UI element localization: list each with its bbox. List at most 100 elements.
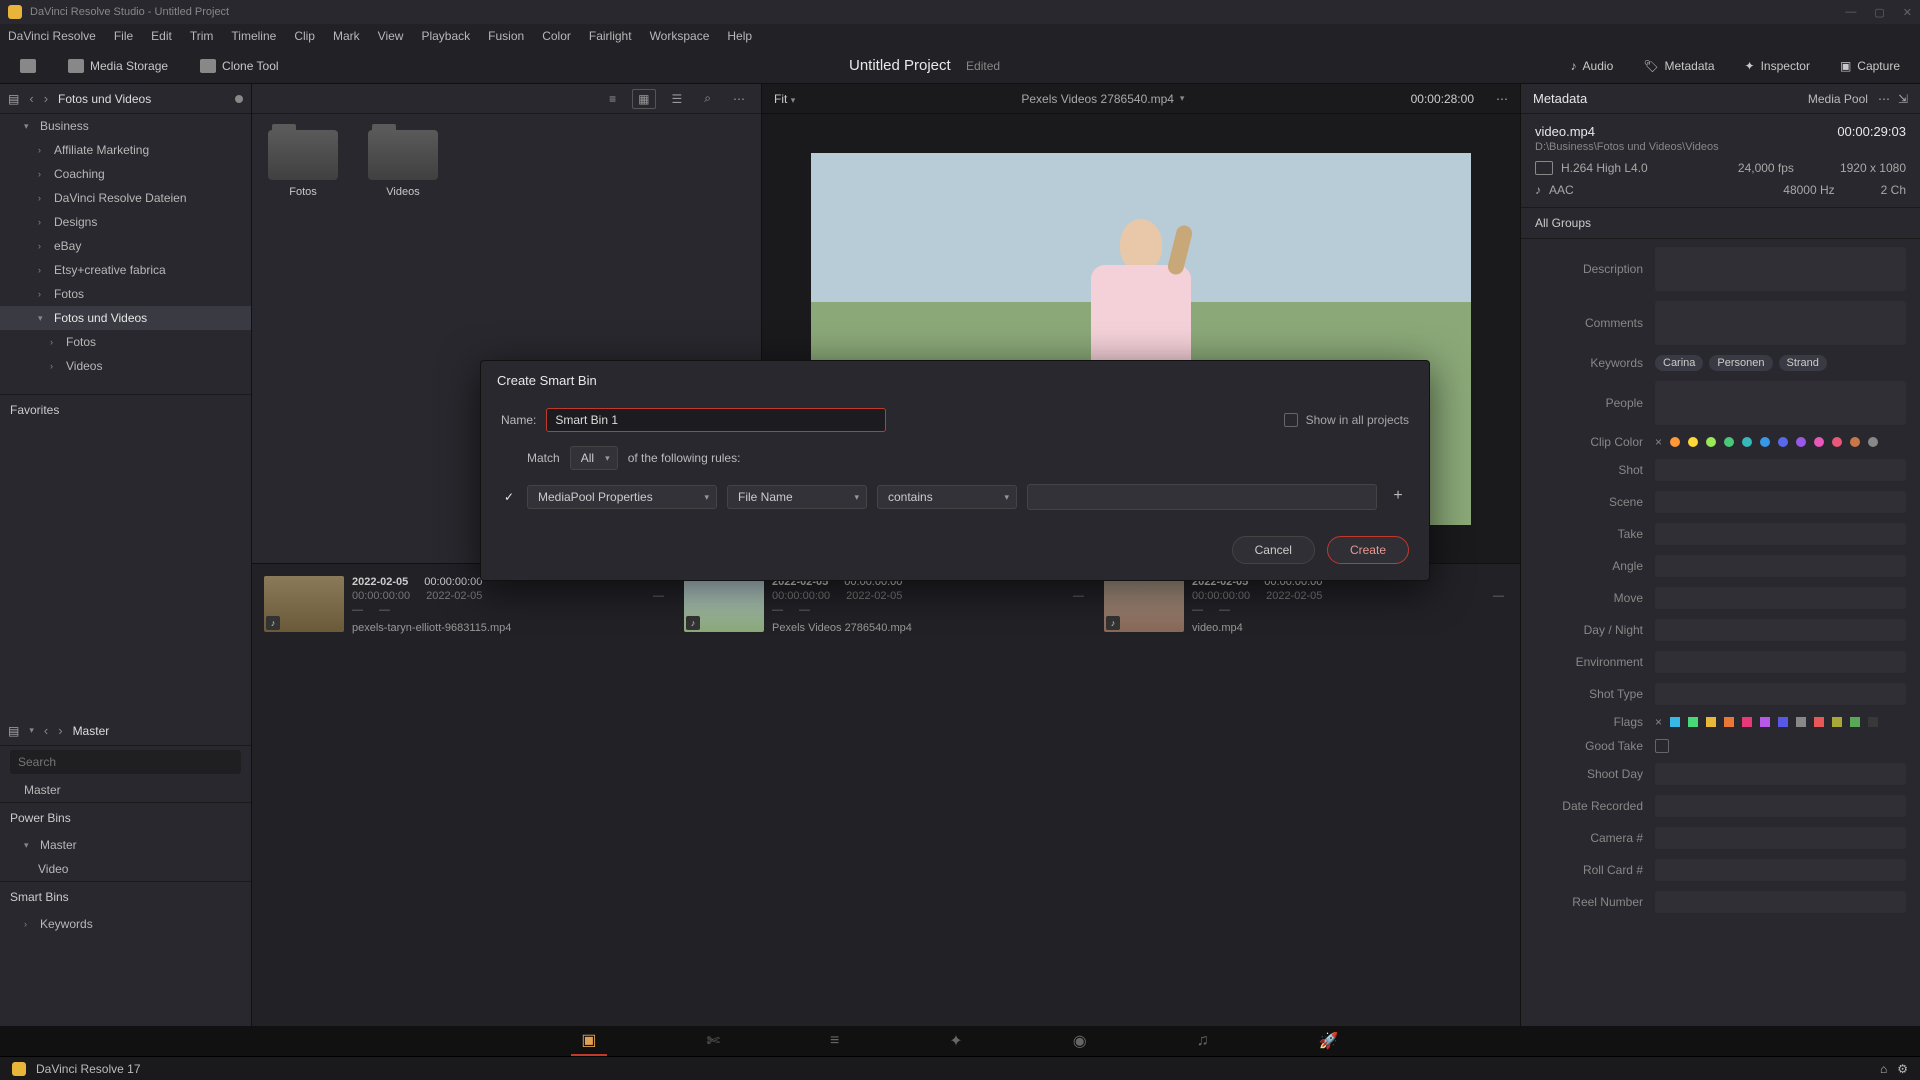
capture-button[interactable]: ▣ Capture bbox=[1832, 55, 1908, 77]
fusion-page-tab[interactable]: ✦ bbox=[939, 1027, 972, 1055]
color-swatch[interactable] bbox=[1706, 437, 1716, 447]
tree-item[interactable]: ›Designs bbox=[0, 210, 251, 234]
maximize-button[interactable]: ▢ bbox=[1874, 6, 1884, 19]
color-swatch[interactable] bbox=[1688, 437, 1698, 447]
field-input[interactable] bbox=[1655, 301, 1906, 345]
flag-swatch[interactable] bbox=[1814, 717, 1824, 727]
search-input[interactable] bbox=[10, 750, 241, 774]
flag-swatch[interactable] bbox=[1742, 717, 1752, 727]
smart-bin-name-input[interactable] bbox=[546, 408, 886, 432]
rule-enabled-check[interactable]: ✓ bbox=[501, 490, 517, 504]
rule-value-input[interactable] bbox=[1027, 484, 1377, 510]
media-page-tab[interactable]: ▣ bbox=[571, 1026, 606, 1056]
nav-forward-2[interactable]: › bbox=[58, 723, 62, 738]
menu-edit[interactable]: Edit bbox=[151, 29, 172, 43]
color-swatch[interactable] bbox=[1832, 437, 1842, 447]
flag-swatch[interactable] bbox=[1868, 717, 1878, 727]
clip-card[interactable]: ♪2022-02-0500:00:00:00 00:00:00:002022-0… bbox=[684, 576, 1084, 634]
field-input[interactable] bbox=[1655, 491, 1906, 513]
field-input[interactable] bbox=[1655, 381, 1906, 425]
tree-item[interactable]: ›Fotos bbox=[0, 330, 251, 354]
panel-toggle[interactable] bbox=[12, 55, 44, 77]
home-icon[interactable]: ⌂ bbox=[1880, 1062, 1887, 1076]
menu-davinci-resolve[interactable]: DaVinci Resolve bbox=[8, 29, 96, 43]
field-input[interactable] bbox=[1655, 763, 1906, 785]
color-swatch[interactable] bbox=[1670, 437, 1680, 447]
view-filmstrip[interactable]: ≡ bbox=[603, 89, 622, 109]
menu-fusion[interactable]: Fusion bbox=[488, 29, 524, 43]
rule-property-select[interactable]: MediaPool Properties bbox=[527, 485, 717, 509]
layout-icon[interactable]: ▤ bbox=[8, 92, 19, 106]
power-bin-video[interactable]: Video bbox=[0, 857, 251, 881]
search-icon[interactable]: ⌕ bbox=[698, 88, 717, 109]
cut-page-tab[interactable]: ✄ bbox=[697, 1027, 730, 1055]
field-input[interactable] bbox=[1655, 247, 1906, 291]
folder-item[interactable]: Fotos bbox=[268, 130, 338, 198]
color-swatch[interactable] bbox=[1760, 437, 1770, 447]
groups-header[interactable]: All Groups bbox=[1521, 207, 1920, 239]
rule-operator-select[interactable]: contains bbox=[877, 485, 1017, 509]
color-swatch[interactable] bbox=[1742, 437, 1752, 447]
flag-swatch[interactable] bbox=[1706, 717, 1716, 727]
good-take-checkbox[interactable] bbox=[1655, 739, 1669, 753]
audio-button[interactable]: ♪ Audio bbox=[1563, 55, 1622, 77]
color-swatch[interactable] bbox=[1796, 437, 1806, 447]
tree-item[interactable]: ▾Business bbox=[0, 114, 251, 138]
layout-icon-2[interactable]: ▤ bbox=[8, 724, 19, 738]
keyword-tag[interactable]: Strand bbox=[1779, 355, 1827, 371]
fit-dropdown[interactable]: Fit ▾ bbox=[774, 92, 795, 106]
view-list[interactable]: ☰ bbox=[666, 89, 689, 109]
chevron-down-icon[interactable]: ▾ bbox=[1180, 93, 1185, 104]
cancel-button[interactable]: Cancel bbox=[1232, 536, 1315, 564]
deliver-page-tab[interactable]: 🚀 bbox=[1309, 1027, 1349, 1055]
edit-page-tab[interactable]: ≡ bbox=[820, 1028, 849, 1054]
show-all-checkbox[interactable] bbox=[1284, 413, 1298, 427]
menu-workspace[interactable]: Workspace bbox=[650, 29, 710, 43]
tree-item[interactable]: ›Videos bbox=[0, 354, 251, 378]
field-input[interactable] bbox=[1655, 891, 1906, 913]
menu-mark[interactable]: Mark bbox=[333, 29, 360, 43]
chevron-down-icon[interactable]: ▾ bbox=[29, 725, 34, 736]
field-input[interactable] bbox=[1655, 619, 1906, 641]
tree-item[interactable]: ›Fotos bbox=[0, 282, 251, 306]
metadata-button[interactable]: 🏷 Metadata bbox=[1635, 55, 1722, 77]
clip-card[interactable]: ♪2022-02-0500:00:00:00 00:00:00:002022-0… bbox=[264, 576, 664, 634]
field-input[interactable] bbox=[1655, 555, 1906, 577]
close-button[interactable]: ✕ bbox=[1903, 6, 1912, 19]
viewer-options[interactable]: ⋯ bbox=[1496, 92, 1508, 106]
power-bin-master[interactable]: ▾Master bbox=[0, 833, 251, 857]
color-swatch[interactable] bbox=[1814, 437, 1824, 447]
field-input[interactable] bbox=[1655, 827, 1906, 849]
menu-color[interactable]: Color bbox=[542, 29, 571, 43]
color-swatch[interactable] bbox=[1850, 437, 1860, 447]
menu-file[interactable]: File bbox=[114, 29, 133, 43]
view-thumbnail[interactable]: ▦ bbox=[632, 89, 655, 109]
keyword-tag[interactable]: Personen bbox=[1709, 355, 1772, 371]
tree-item[interactable]: ›DaVinci Resolve Dateien bbox=[0, 186, 251, 210]
master-bin[interactable]: Master bbox=[0, 778, 251, 802]
folder-item[interactable]: Videos bbox=[368, 130, 438, 198]
clear-flag[interactable]: × bbox=[1655, 715, 1662, 729]
tree-item[interactable]: ›Coaching bbox=[0, 162, 251, 186]
flag-swatch[interactable] bbox=[1796, 717, 1806, 727]
flag-swatch[interactable] bbox=[1778, 717, 1788, 727]
nav-back[interactable]: ‹ bbox=[29, 91, 33, 106]
menu-help[interactable]: Help bbox=[727, 29, 752, 43]
field-input[interactable] bbox=[1655, 683, 1906, 705]
clip-card[interactable]: ♪2022-02-0500:00:00:00 00:00:00:002022-0… bbox=[1104, 576, 1504, 634]
options-icon[interactable]: ⋯ bbox=[727, 89, 751, 109]
minimize-button[interactable]: — bbox=[1845, 6, 1856, 19]
tree-item[interactable]: ›Affiliate Marketing bbox=[0, 138, 251, 162]
tree-item[interactable]: ›Etsy+creative fabrica bbox=[0, 258, 251, 282]
flag-swatch[interactable] bbox=[1688, 717, 1698, 727]
rule-field-select[interactable]: File Name bbox=[727, 485, 867, 509]
field-input[interactable] bbox=[1655, 523, 1906, 545]
field-input[interactable] bbox=[1655, 587, 1906, 609]
color-swatch[interactable] bbox=[1868, 437, 1878, 447]
create-button[interactable]: Create bbox=[1327, 536, 1409, 564]
color-swatch[interactable] bbox=[1778, 437, 1788, 447]
tree-item[interactable]: ▾Fotos und Videos bbox=[0, 306, 251, 330]
nav-back-2[interactable]: ‹ bbox=[44, 723, 48, 738]
field-input[interactable] bbox=[1655, 795, 1906, 817]
field-input[interactable] bbox=[1655, 859, 1906, 881]
